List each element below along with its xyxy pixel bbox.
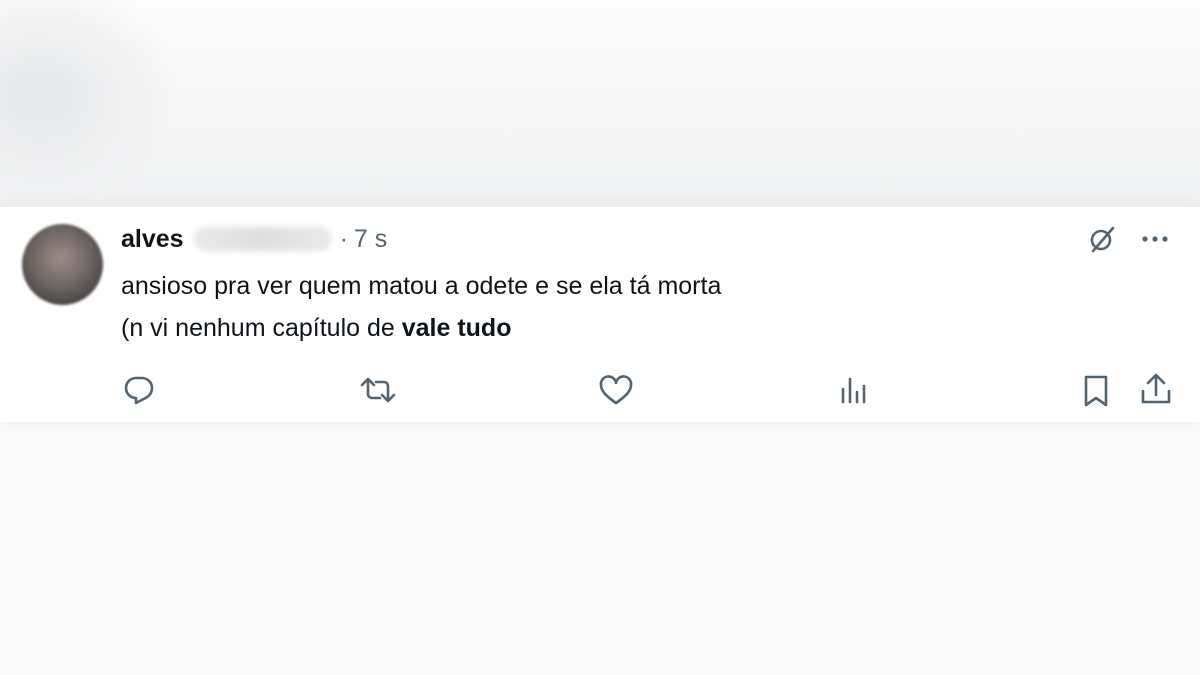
like-icon[interactable] bbox=[598, 375, 634, 407]
author-name[interactable]: alves bbox=[121, 225, 184, 254]
views-icon[interactable] bbox=[838, 375, 872, 407]
tweet-text: ansioso pra ver quem matou a odete e se … bbox=[121, 265, 721, 349]
share-icon[interactable] bbox=[1138, 371, 1174, 407]
header-separator: · bbox=[339, 224, 348, 253]
blurred-background-bottom bbox=[0, 422, 1200, 675]
blurred-background-top bbox=[0, 0, 1200, 207]
more-icon[interactable] bbox=[1140, 229, 1170, 249]
tweet-card[interactable]: alves · 7 s ansioso pra ver quem matou a… bbox=[0, 207, 1200, 422]
retweet-icon[interactable] bbox=[358, 374, 398, 406]
tweet-text-line-2: (n vi nenhum capítulo de vale tudo bbox=[121, 307, 721, 349]
tweet-text-line-2-prefix: (n vi nenhum capítulo de bbox=[121, 314, 402, 342]
bookmark-icon[interactable] bbox=[1080, 373, 1112, 409]
grok-icon[interactable] bbox=[1087, 224, 1117, 254]
tweet-text-bold-phrase: vale tudo bbox=[401, 314, 512, 342]
author-handle-redacted bbox=[193, 227, 332, 251]
tweet-timestamp[interactable]: 7 s bbox=[354, 225, 387, 254]
tweet-header: alves · 7 s bbox=[121, 224, 387, 254]
tweet-text-line-1: ansioso pra ver quem matou a odete e se … bbox=[121, 272, 722, 300]
reply-icon[interactable] bbox=[122, 373, 156, 407]
avatar[interactable] bbox=[22, 224, 103, 305]
